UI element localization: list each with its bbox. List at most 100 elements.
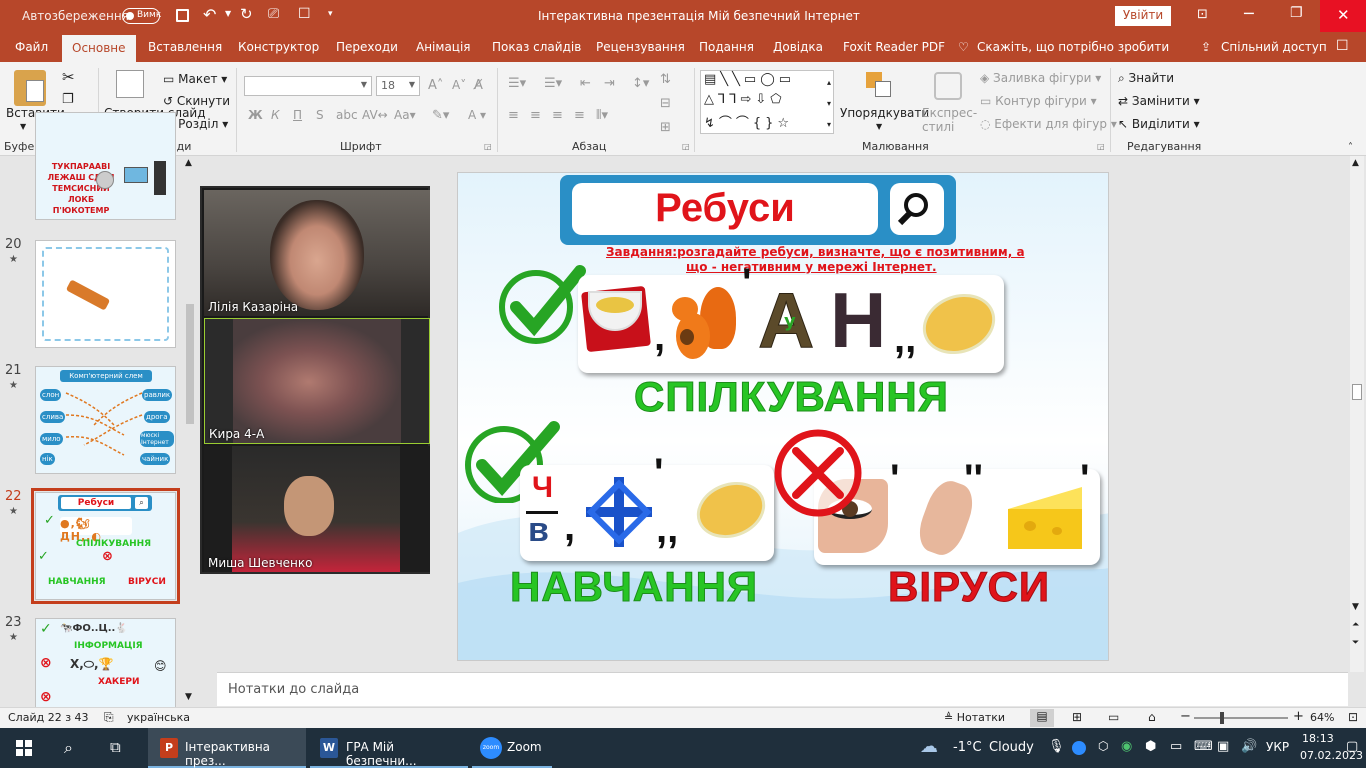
shape-effects-button[interactable]: ◌ Ефекти для фігур ▾ xyxy=(980,117,1117,131)
thumbnail-slide-19[interactable]: ТУКПАРААВІ ЛЕЖАШ СДКИ ТЕМСИСНИЙ ЛОКБ П'Ю… xyxy=(35,112,176,220)
spelling-icon[interactable]: ⎘ xyxy=(104,710,114,725)
zoom-in-icon[interactable]: + xyxy=(1293,709,1304,724)
strikethrough-button[interactable]: S xyxy=(316,108,324,122)
reset-button[interactable]: ↺ Скинути xyxy=(163,94,230,108)
highlight-icon[interactable]: ✎▾ xyxy=(432,108,449,123)
tab-transitions[interactable]: Переходи xyxy=(336,40,398,54)
new-slide-icon[interactable] xyxy=(116,70,144,98)
reading-view-icon[interactable]: ▭ xyxy=(1108,710,1119,724)
font-size-field[interactable]: 18 ▼ xyxy=(376,76,420,96)
battery-icon[interactable]: ▭ xyxy=(1170,739,1182,754)
taskbar-app-powerpoint[interactable]: P Інтерактивна през... xyxy=(148,728,306,768)
increase-indent-icon[interactable]: ⇥ xyxy=(604,76,615,91)
align-center-icon[interactable]: ≡ xyxy=(530,108,541,123)
minimize-icon[interactable]: ─ xyxy=(1244,4,1254,23)
zoom-slider-thumb[interactable] xyxy=(1220,712,1224,724)
tab-animations[interactable]: Анімація xyxy=(416,40,471,54)
notes-toggle[interactable]: ≜ Нотатки xyxy=(944,711,1005,724)
tab-home[interactable]: Основне xyxy=(62,35,136,62)
collapse-ribbon-icon[interactable]: ˄ xyxy=(1348,142,1353,153)
tell-me-icon[interactable]: ♡ xyxy=(958,40,969,54)
notifications-icon[interactable]: ▢ xyxy=(1346,739,1358,754)
search-icon[interactable]: ⌕ xyxy=(64,738,73,758)
zoom-out-icon[interactable]: − xyxy=(1180,709,1191,724)
decrease-indent-icon[interactable]: ⇤ xyxy=(580,76,591,91)
share-button[interactable]: Спільний доступ xyxy=(1221,40,1327,54)
shapes-row-1[interactable]: ▤╲╲▭◯▭ xyxy=(704,72,795,87)
cloud-icon[interactable]: ☁ xyxy=(920,736,938,757)
tab-review[interactable]: Рецензування xyxy=(596,40,685,54)
scroll-down-icon[interactable]: ▼ xyxy=(1352,602,1359,612)
clock-time[interactable]: 18:13 xyxy=(1302,732,1334,745)
tab-help[interactable]: Довідка xyxy=(773,40,823,54)
text-direction-icon[interactable]: ⇅ xyxy=(660,72,671,87)
scroll-thumb[interactable] xyxy=(1352,384,1362,400)
restore-icon[interactable]: ❐ xyxy=(1290,5,1303,21)
thumbnail-slide-20[interactable] xyxy=(35,240,176,348)
arrange-button[interactable]: Упорядкувати xyxy=(840,106,929,120)
normal-view-icon[interactable]: ▤ xyxy=(1030,709,1054,727)
volume-icon[interactable]: 🔊 xyxy=(1241,739,1257,754)
taskbar-app-word[interactable]: W ГРА Мій безпечни... xyxy=(310,728,468,768)
align-right-icon[interactable]: ≡ xyxy=(552,108,563,123)
tray-green-icon[interactable]: ◉ xyxy=(1121,739,1132,754)
bullets-icon[interactable]: ☰▾ xyxy=(508,76,526,91)
line-spacing-icon[interactable]: ↕▾ xyxy=(632,76,649,91)
layout-button[interactable]: ▭ Макет ▾ xyxy=(163,72,227,86)
scroll-up-icon[interactable]: ▲ xyxy=(185,158,192,168)
tray-app-icon[interactable]: ⬡ xyxy=(1098,739,1108,753)
replace-button[interactable]: ⇄ Замінити ▾ xyxy=(1118,94,1200,108)
tab-foxit[interactable]: Foxit Reader PDF xyxy=(843,40,945,54)
autosave-toggle[interactable]: Вимк xyxy=(122,8,161,24)
quick-styles-icon[interactable] xyxy=(934,72,962,100)
tab-design[interactable]: Конструктор xyxy=(238,40,319,54)
text-shadow-icon[interactable]: abc xyxy=(336,108,358,122)
align-left-icon[interactable]: ≡ xyxy=(508,108,519,123)
scroll-up-icon[interactable]: ▲ xyxy=(1352,158,1359,168)
italic-button[interactable]: К xyxy=(271,108,280,122)
display-icon[interactable]: ▣ xyxy=(1217,739,1229,754)
ribbon-display-options-icon[interactable]: ⊡ xyxy=(1197,7,1208,22)
paste-icon[interactable] xyxy=(14,70,46,106)
scroll-down-icon[interactable]: ▼ xyxy=(185,692,192,702)
tab-slideshow[interactable]: Показ слайдів xyxy=(492,40,581,54)
drawing-launcher-icon[interactable]: ◲ xyxy=(1097,142,1105,151)
input-language[interactable]: УКР xyxy=(1266,740,1289,754)
select-button[interactable]: ↖ Виділити ▾ xyxy=(1118,117,1200,131)
smartart-icon[interactable]: ⊞ xyxy=(660,120,671,135)
cut-icon[interactable]: ✂ xyxy=(62,68,75,86)
copy-icon[interactable]: ❐ xyxy=(62,92,74,107)
current-slide[interactable]: Ребуси Завдання:розгадайте ребуси, визна… xyxy=(457,172,1109,661)
weather-description[interactable]: Cloudy xyxy=(989,740,1034,755)
columns-icon[interactable]: ⫴▾ xyxy=(596,108,608,123)
task-view-icon[interactable]: ⧉ xyxy=(110,738,121,756)
video-tile-2[interactable]: Кира 4-А xyxy=(204,318,430,444)
share-icon[interactable]: ⇪ xyxy=(1201,40,1211,54)
close-button[interactable]: ✕ xyxy=(1320,0,1366,32)
network-icon[interactable]: ⌨ xyxy=(1194,739,1213,754)
align-text-icon[interactable]: ⊟ xyxy=(660,96,671,111)
language-indicator[interactable]: українська xyxy=(127,711,190,724)
weather-temperature[interactable]: -1°C xyxy=(953,740,982,755)
windows-start-icon[interactable] xyxy=(16,740,32,756)
shapes-more-icon[interactable]: ▴ ▾ ▾ xyxy=(827,72,831,135)
change-case-icon[interactable]: Aa▾ xyxy=(394,108,416,122)
tab-file[interactable]: Файл xyxy=(15,40,48,54)
arrange-dropdown-icon[interactable]: ▼ xyxy=(876,122,882,131)
thumbnail-slide-23[interactable]: ✓ 🐄ФО..Ц..🐇 ІНФОРМАЦІЯ ⊗ Х,⬭,🏆 ХАКЕРИ ⊗ … xyxy=(35,618,176,708)
undo-dropdown-icon[interactable]: ▼ xyxy=(225,9,231,18)
thumbnail-slide-22[interactable]: Ребуси ⌕ ✓ ●,🐿ДН,,◐ СПІЛКУВАННЯ ✓ ⊗ НАВЧ… xyxy=(31,488,180,604)
customize-toolbar-icon[interactable]: ▾ xyxy=(328,9,333,19)
tab-insert[interactable]: Вставлення xyxy=(148,40,222,54)
present-from-start-icon[interactable]: ⎚ xyxy=(268,6,279,22)
microphone-icon[interactable]: 🎙 xyxy=(1048,739,1065,754)
increase-font-icon[interactable]: A˄ xyxy=(428,78,443,93)
shapes-row-2[interactable]: △⅂⅂⇨⇩⬠ xyxy=(704,92,786,107)
paragraph-launcher-icon[interactable]: ◲ xyxy=(682,142,690,151)
zoom-video-panel[interactable]: Лілія Казаріна Кира 4-А Миша Шевченко xyxy=(200,186,430,574)
fit-to-window-icon[interactable]: ⊡ xyxy=(1348,710,1358,724)
bold-button[interactable]: Ж xyxy=(248,108,263,122)
zoom-level[interactable]: 64% xyxy=(1310,711,1334,724)
taskbar-app-zoom[interactable]: zoom Zoom xyxy=(472,728,552,768)
next-slide-icon[interactable]: ⏷ xyxy=(1352,638,1359,648)
